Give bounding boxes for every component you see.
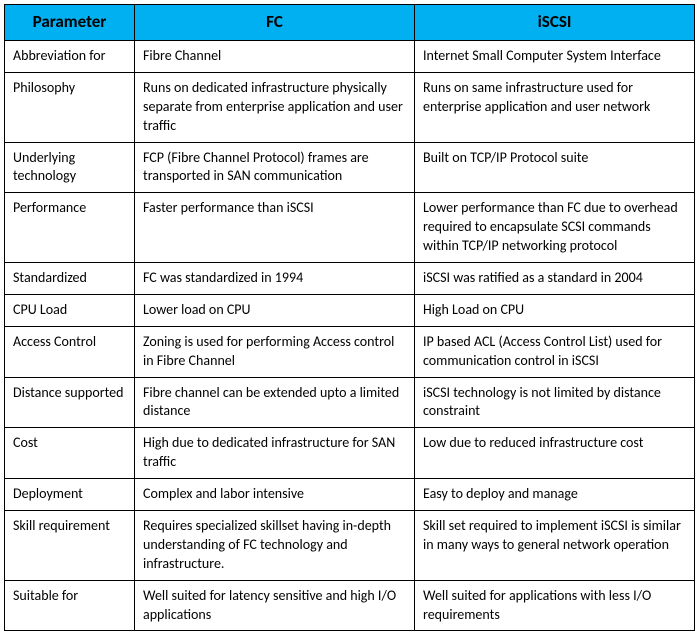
table-row: Skill requirementRequires specialized sk… xyxy=(5,510,695,580)
table-header-row: Parameter FC iSCSI xyxy=(5,5,695,41)
iscsi-cell: Skill set required to implement iSCSI is… xyxy=(415,510,695,580)
parameter-cell: Cost xyxy=(5,428,135,479)
table-row: PerformanceFaster performance than iSCSI… xyxy=(5,193,695,263)
table-row: CostHigh due to dedicated infrastructure… xyxy=(5,428,695,479)
iscsi-cell: Built on TCP/IP Protocol suite xyxy=(415,142,695,193)
parameter-cell: Skill requirement xyxy=(5,510,135,580)
parameter-cell: Philosophy xyxy=(5,72,135,142)
iscsi-cell: Low due to reduced infrastructure cost xyxy=(415,428,695,479)
iscsi-cell: Easy to deploy and manage xyxy=(415,479,695,511)
fc-cell: Faster performance than iSCSI xyxy=(135,193,415,263)
parameter-cell: Access Control xyxy=(5,326,135,377)
comparison-table: Parameter FC iSCSI Abbreviation forFibre… xyxy=(4,4,695,631)
fc-cell: Zoning is used for performing Access con… xyxy=(135,326,415,377)
table-row: Suitable forWell suited for latency sens… xyxy=(5,580,695,631)
header-parameter: Parameter xyxy=(5,5,135,41)
fc-cell: Requires specialized skillset having in-… xyxy=(135,510,415,580)
iscsi-cell: Well suited for applications with less I… xyxy=(415,580,695,631)
fc-cell: Complex and labor intensive xyxy=(135,479,415,511)
fc-cell: Fibre Channel xyxy=(135,40,415,72)
fc-cell: Runs on dedicated infrastructure physica… xyxy=(135,72,415,142)
parameter-cell: Deployment xyxy=(5,479,135,511)
parameter-cell: CPU Load xyxy=(5,294,135,326)
iscsi-cell: iSCSI was ratified as a standard in 2004 xyxy=(415,262,695,294)
iscsi-cell: iSCSI technology is not limited by dista… xyxy=(415,377,695,428)
parameter-cell: Standardized xyxy=(5,262,135,294)
table-row: Underlying technologyFCP (Fibre Channel … xyxy=(5,142,695,193)
fc-cell: Lower load on CPU xyxy=(135,294,415,326)
iscsi-cell: High Load on CPU xyxy=(415,294,695,326)
fc-cell: Fibre channel can be extended upto a lim… xyxy=(135,377,415,428)
parameter-cell: Underlying technology xyxy=(5,142,135,193)
table-row: StandardizedFC was standardized in 1994i… xyxy=(5,262,695,294)
iscsi-cell: Lower performance than FC due to overhea… xyxy=(415,193,695,263)
parameter-cell: Abbreviation for xyxy=(5,40,135,72)
fc-cell: High due to dedicated infrastructure for… xyxy=(135,428,415,479)
table-row: Abbreviation forFibre ChannelInternet Sm… xyxy=(5,40,695,72)
fc-cell: FCP (Fibre Channel Protocol) frames are … xyxy=(135,142,415,193)
fc-cell: Well suited for latency sensitive and hi… xyxy=(135,580,415,631)
header-iscsi: iSCSI xyxy=(415,5,695,41)
table-row: DeploymentComplex and labor intensiveEas… xyxy=(5,479,695,511)
table-row: Access ControlZoning is used for perform… xyxy=(5,326,695,377)
table-row: PhilosophyRuns on dedicated infrastructu… xyxy=(5,72,695,142)
fc-cell: FC was standardized in 1994 xyxy=(135,262,415,294)
parameter-cell: Performance xyxy=(5,193,135,263)
iscsi-cell: Runs on same infrastructure used for ent… xyxy=(415,72,695,142)
table-row: CPU LoadLower load on CPUHigh Load on CP… xyxy=(5,294,695,326)
parameter-cell: Suitable for xyxy=(5,580,135,631)
header-fc: FC xyxy=(135,5,415,41)
table-row: Distance supportedFibre channel can be e… xyxy=(5,377,695,428)
iscsi-cell: IP based ACL (Access Control List) used … xyxy=(415,326,695,377)
iscsi-cell: Internet Small Computer System Interface xyxy=(415,40,695,72)
parameter-cell: Distance supported xyxy=(5,377,135,428)
